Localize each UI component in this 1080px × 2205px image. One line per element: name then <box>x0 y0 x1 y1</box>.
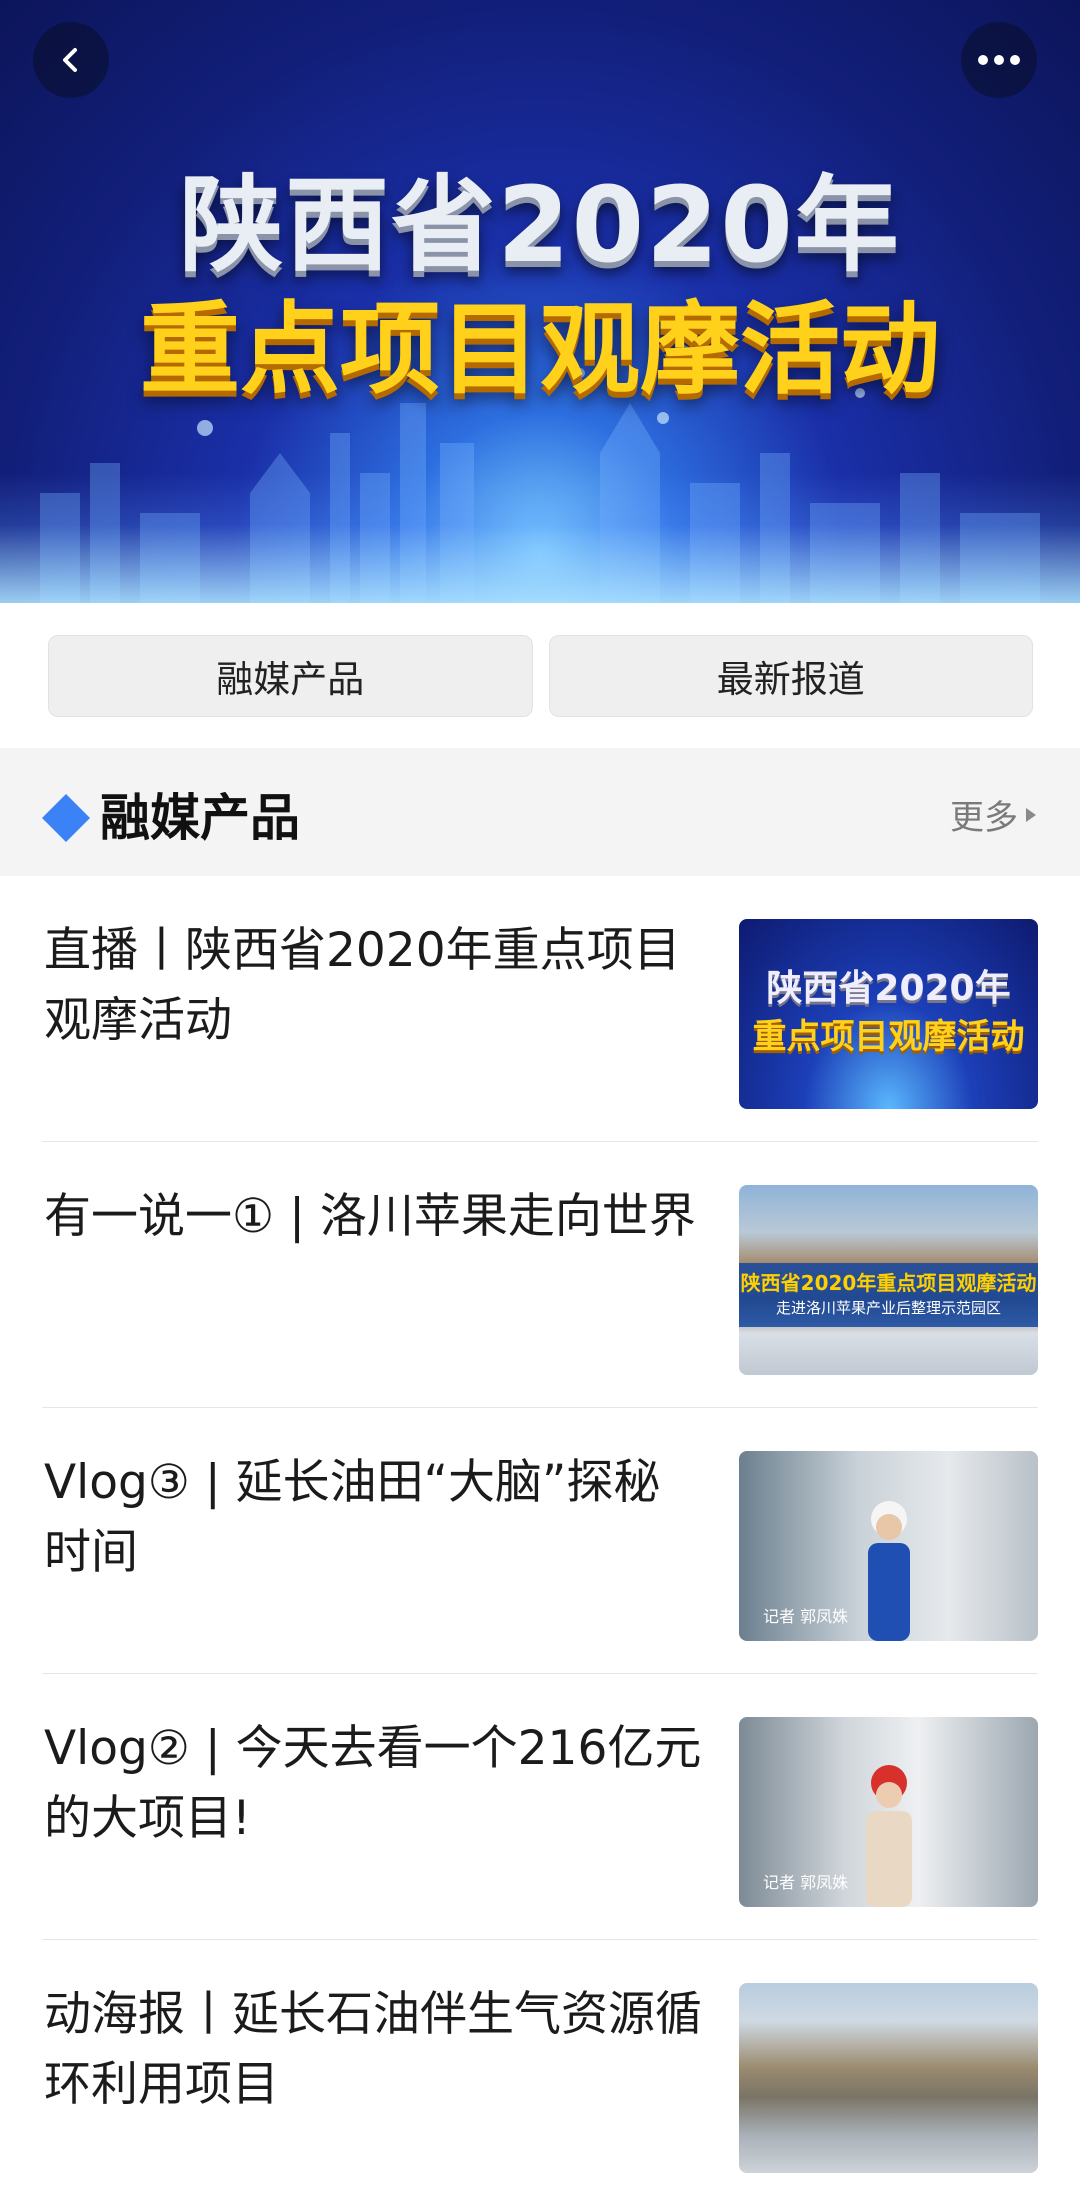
hero-glow <box>0 473 1080 603</box>
reporter-figure <box>868 1501 910 1641</box>
tab-bar: 融媒产品 最新报道 <box>48 635 1033 717</box>
reporter-figure <box>866 1765 912 1907</box>
more-options-button[interactable] <box>961 22 1037 98</box>
list-item[interactable]: 直播丨陕西省2020年重点项目观摩活动 陕西省2020年 重点项目观摩活动 <box>42 876 1038 1142</box>
list-item[interactable]: 动海报丨延长石油伴生气资源循环利用项目 <box>42 1940 1038 2205</box>
chevron-left-icon <box>63 48 77 72</box>
list-item[interactable]: 有一说一① | 洛川苹果走向世界 陕西省2020年重点项目观摩活动 走进洛川苹果… <box>42 1142 1038 1408</box>
thumb-text-line2: 走进洛川苹果产业后整理示范园区 <box>775 1299 1001 1317</box>
article-list: 直播丨陕西省2020年重点项目观摩活动 陕西省2020年 重点项目观摩活动 有一… <box>0 876 1080 2205</box>
thumb-caption: 记者 郭凤姝 <box>763 1873 849 1892</box>
thumbnail-image <box>739 1983 1038 2173</box>
thumb-caption: 记者 郭凤姝 <box>763 1607 849 1626</box>
section-header: 融媒产品 更多 <box>0 748 1080 876</box>
item-title: 动海报丨延长石油伴生气资源循环利用项目 <box>44 1987 702 2112</box>
tab-latest-reports[interactable]: 最新报道 <box>548 635 1033 717</box>
thumb-text-line1: 陕西省2020年 <box>766 968 1011 1009</box>
hero-title-line2: 重点项目观摩活动 <box>140 291 940 408</box>
more-link[interactable]: 更多 <box>950 790 1038 839</box>
diamond-icon <box>42 794 90 842</box>
thumbnail-image: 陕西省2020年重点项目观摩活动 走进洛川苹果产业后整理示范园区 <box>739 1185 1038 1375</box>
thumb-text-line2: 重点项目观摩活动 <box>752 1017 1025 1057</box>
item-title: 有一说一① | 洛川苹果走向世界 <box>44 1189 696 1244</box>
ellipsis-icon <box>978 55 1020 65</box>
thumbnail-image: 记者 郭凤姝 <box>739 1717 1038 1907</box>
thumbnail-image: 记者 郭凤姝 <box>739 1451 1038 1641</box>
hero-banner: 陕西省2020年 重点项目观摩活动 <box>0 0 1080 603</box>
back-button[interactable] <box>33 22 109 98</box>
item-title: Vlog③ | 延长油田“大脑”探秘时间 <box>44 1455 661 1580</box>
thumbnail-image: 陕西省2020年 重点项目观摩活动 <box>739 919 1038 1109</box>
section-title: 融媒产品 <box>100 789 300 847</box>
list-item[interactable]: Vlog② | 今天去看一个216亿元的大项目! 记者 郭凤姝 <box>42 1674 1038 1940</box>
more-link-label: 更多 <box>950 798 1018 838</box>
triangle-right-icon <box>1026 807 1036 822</box>
item-title: Vlog② | 今天去看一个216亿元的大项目! <box>44 1721 702 1846</box>
list-item[interactable]: Vlog③ | 延长油田“大脑”探秘时间 记者 郭凤姝 <box>42 1408 1038 1674</box>
item-title: 直播丨陕西省2020年重点项目观摩活动 <box>44 923 681 1048</box>
tab-media-products[interactable]: 融媒产品 <box>48 635 533 717</box>
thumb-text-line1: 陕西省2020年重点项目观摩活动 <box>740 1271 1037 1295</box>
